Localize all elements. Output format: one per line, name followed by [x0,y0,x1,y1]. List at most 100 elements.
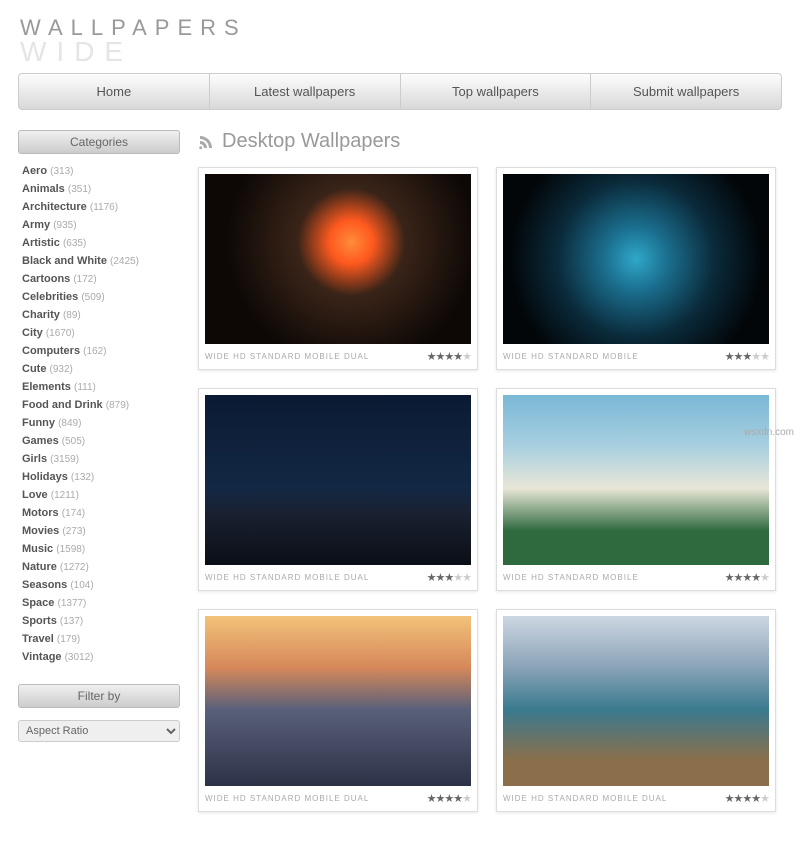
category-count: (1211) [51,490,79,501]
rating-stars[interactable]: ★★★★★ [427,350,471,363]
category-name: Food and Drink [22,399,103,411]
rating-stars[interactable]: ★★★★★ [725,571,769,584]
nav-top[interactable]: Top wallpapers [401,74,592,109]
category-name: Elements [22,381,71,393]
category-item[interactable]: Computers (162) [22,342,176,360]
category-item[interactable]: Movies (273) [22,522,176,540]
category-count: (313) [50,166,73,177]
category-item[interactable]: Elements (111) [22,378,176,396]
wallpaper-card[interactable]: WIDE HD STANDARD MOBILE★★★★★ [496,388,776,591]
format-list: WIDE HD STANDARD MOBILE DUAL [205,352,369,361]
category-item[interactable]: Holidays (132) [22,468,176,486]
category-item[interactable]: Aero (313) [22,162,176,180]
category-name: Computers [22,345,80,357]
category-count: (137) [60,616,83,627]
category-name: Architecture [22,201,87,213]
wallpaper-card[interactable]: WIDE HD STANDARD MOBILE DUAL★★★★★ [198,388,478,591]
wallpaper-thumbnail[interactable] [205,616,471,786]
category-name: Sports [22,615,57,627]
category-item[interactable]: Girls (3159) [22,450,176,468]
category-item[interactable]: Cartoons (172) [22,270,176,288]
category-item[interactable]: Army (935) [22,216,176,234]
category-item[interactable]: Cute (932) [22,360,176,378]
wallpaper-thumbnail[interactable] [503,174,769,344]
category-count: (104) [70,580,93,591]
category-item[interactable]: Games (505) [22,432,176,450]
category-name: Seasons [22,579,67,591]
category-name: Cute [22,363,46,375]
category-item[interactable]: Food and Drink (879) [22,396,176,414]
category-item[interactable]: Charity (89) [22,306,176,324]
wallpaper-card[interactable]: WIDE HD STANDARD MOBILE★★★★★ [496,167,776,370]
nav-submit[interactable]: Submit wallpapers [591,74,781,109]
category-name: Holidays [22,471,68,483]
wallpaper-thumbnail[interactable] [205,395,471,565]
category-count: (162) [83,346,106,357]
category-name: Love [22,489,48,501]
rating-stars[interactable]: ★★★★★ [725,792,769,805]
category-item[interactable]: Architecture (1176) [22,198,176,216]
category-count: (1377) [57,598,86,609]
category-count: (172) [73,274,96,285]
category-count: (351) [68,184,91,195]
category-count: (1272) [60,562,89,573]
category-item[interactable]: Vintage (3012) [22,648,176,666]
wallpaper-card[interactable]: WIDE HD STANDARD MOBILE DUAL ★★★★★ [496,609,776,812]
category-count: (1670) [46,328,75,339]
content-area: Desktop Wallpapers WIDE HD STANDARD MOBI… [198,130,782,812]
rating-stars[interactable]: ★★★★★ [427,792,471,805]
rating-stars[interactable]: ★★★★★ [725,350,769,363]
category-item[interactable]: Nature (1272) [22,558,176,576]
category-item[interactable]: Space (1377) [22,594,176,612]
category-item[interactable]: Travel (179) [22,630,176,648]
logo-top: WALLPAPERS [20,15,780,41]
category-count: (935) [53,220,76,231]
category-name: Charity [22,309,60,321]
categories-heading: Categories [18,130,180,154]
category-item[interactable]: Music (1598) [22,540,176,558]
category-item[interactable]: Black and White (2425) [22,252,176,270]
category-item[interactable]: Motors (174) [22,504,176,522]
wallpaper-card[interactable]: WIDE HD STANDARD MOBILE DUAL ★★★★★ [198,167,478,370]
category-item[interactable]: Artistic (635) [22,234,176,252]
wallpaper-thumbnail[interactable] [503,395,769,565]
category-name: Black and White [22,255,107,267]
category-name: Space [22,597,54,609]
category-item[interactable]: City (1670) [22,324,176,342]
wallpaper-grid: WIDE HD STANDARD MOBILE DUAL★★★★★WIDE HD… [198,167,782,812]
format-list: WIDE HD STANDARD MOBILE DUAL [503,794,667,803]
category-item[interactable]: Seasons (104) [22,576,176,594]
category-count: (1176) [90,202,118,213]
category-item[interactable]: Love (1211) [22,486,176,504]
category-item[interactable]: Sports (137) [22,612,176,630]
logo-bottom: WIDE [20,41,780,63]
aspect-ratio-select[interactable]: Aspect Ratio [18,720,180,742]
nav-latest[interactable]: Latest wallpapers [210,74,401,109]
rss-icon[interactable] [198,134,214,150]
watermark: wsxdn.com [744,427,794,438]
category-name: Celebrities [22,291,78,303]
wallpaper-thumbnail[interactable] [503,616,769,786]
filter-heading: Filter by [18,684,180,708]
category-name: Nature [22,561,57,573]
category-name: Vintage [22,651,62,663]
nav-home[interactable]: Home [19,74,210,109]
category-count: (505) [62,436,85,447]
rating-stars[interactable]: ★★★★★ [427,571,471,584]
category-item[interactable]: Celebrities (509) [22,288,176,306]
main-nav: Home Latest wallpapers Top wallpapers Su… [18,73,782,110]
category-name: Cartoons [22,273,70,285]
wallpaper-thumbnail[interactable] [205,174,471,344]
category-name: Aero [22,165,47,177]
category-item[interactable]: Animals (351) [22,180,176,198]
category-name: Funny [22,417,55,429]
category-item[interactable]: Funny (849) [22,414,176,432]
category-name: Artistic [22,237,60,249]
category-count: (2425) [110,256,139,267]
sidebar: Categories Aero (313)Animals (351)Archit… [18,130,180,812]
category-count: (111) [74,382,96,393]
wallpaper-card[interactable]: WIDE HD STANDARD MOBILE DUAL★★★★★ [198,609,478,812]
category-count: (132) [71,472,94,483]
category-name: Animals [22,183,65,195]
category-list: Aero (313)Animals (351)Architecture (117… [18,162,180,666]
